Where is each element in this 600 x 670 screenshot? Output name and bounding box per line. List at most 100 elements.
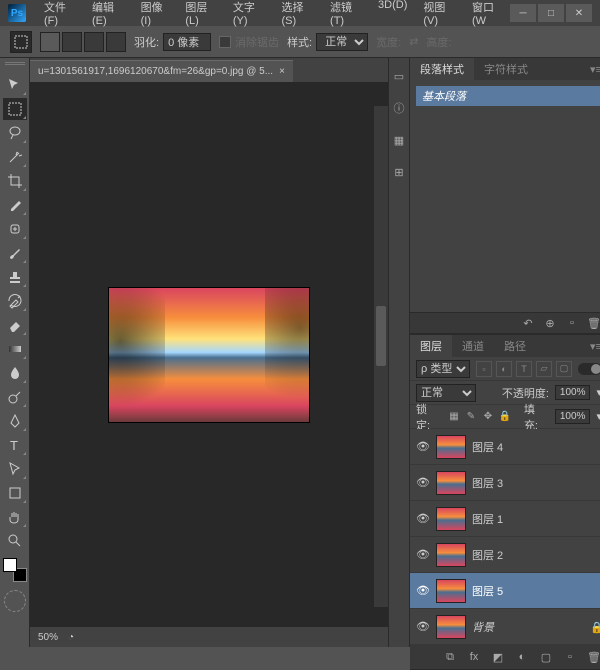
opacity-value[interactable]: 100% — [555, 385, 591, 400]
new-style-icon[interactable]: ⊕ — [542, 315, 558, 331]
delete-icon[interactable]: 🗑 — [586, 315, 600, 331]
layer-row[interactable]: 👁 图层 5 — [410, 573, 600, 609]
filter-pixel-icon[interactable]: ▫ — [476, 361, 492, 377]
path-select-tool[interactable] — [3, 458, 27, 480]
layer-name[interactable]: 图层 3 — [472, 475, 600, 491]
layer-filter-kind[interactable]: ρ 类型 — [416, 360, 470, 378]
visibility-toggle-icon[interactable]: 👁 — [416, 548, 430, 562]
opacity-dropdown-icon[interactable]: ▾ — [596, 386, 600, 399]
color-panel-icon[interactable]: ▦ — [389, 130, 409, 150]
eraser-tool[interactable] — [3, 314, 27, 336]
selection-subtract-icon[interactable] — [84, 32, 104, 52]
fill-value[interactable]: 100% — [555, 409, 591, 424]
layer-thumbnail[interactable] — [436, 543, 466, 567]
lasso-tool[interactable] — [3, 122, 27, 144]
tab-close-icon[interactable]: × — [279, 66, 285, 77]
layer-name[interactable]: 图层 2 — [472, 547, 600, 563]
pen-tool[interactable] — [3, 410, 27, 432]
brush-tool[interactable] — [3, 242, 27, 264]
zoom-level[interactable]: 50% — [38, 632, 58, 643]
visibility-toggle-icon[interactable]: 👁 — [416, 440, 430, 454]
heal-tool[interactable] — [3, 218, 27, 240]
tab-character-styles[interactable]: 字符样式 — [474, 58, 538, 80]
quickmask-toggle[interactable] — [4, 590, 26, 612]
lock-position-icon[interactable]: ✥ — [481, 410, 495, 424]
clear-override-icon[interactable]: ↶ — [520, 315, 536, 331]
layer-name[interactable]: 图层 1 — [472, 511, 600, 527]
menu-3d[interactable]: 3D(D) — [372, 0, 413, 29]
layer-fx-icon[interactable]: fx — [466, 649, 482, 665]
layer-mask-icon[interactable]: ◩ — [490, 649, 506, 665]
layer-thumbnail[interactable] — [436, 507, 466, 531]
layer-group-icon[interactable]: ▢ — [538, 649, 554, 665]
panel-menu-icon[interactable]: ▾≡ — [584, 63, 600, 76]
crop-tool[interactable] — [3, 170, 27, 192]
layer-thumbnail[interactable] — [436, 471, 466, 495]
tab-layers[interactable]: 图层 — [410, 335, 452, 357]
new-icon[interactable]: ▫ — [564, 315, 580, 331]
move-tool[interactable] — [3, 74, 27, 96]
selection-add-icon[interactable] — [62, 32, 82, 52]
type-tool[interactable]: T — [3, 434, 27, 456]
menu-layer[interactable]: 图层(L) — [179, 0, 223, 29]
maximize-button[interactable]: □ — [538, 4, 564, 22]
tab-paths[interactable]: 路径 — [494, 335, 536, 357]
new-layer-icon[interactable]: ▫ — [562, 649, 578, 665]
link-layers-icon[interactable]: ⧉ — [442, 649, 458, 665]
blur-tool[interactable] — [3, 362, 27, 384]
canvas-area[interactable] — [30, 82, 388, 627]
delete-layer-icon[interactable]: 🗑 — [586, 649, 600, 665]
blend-mode-select[interactable]: 正常 — [416, 384, 476, 402]
fill-dropdown-icon[interactable]: ▾ — [596, 410, 600, 423]
panel-grip[interactable] — [5, 62, 25, 68]
wand-tool[interactable] — [3, 146, 27, 168]
layer-thumbnail[interactable] — [436, 579, 466, 603]
layer-thumbnail[interactable] — [436, 615, 466, 639]
history-panel-icon[interactable]: ▭ — [389, 66, 409, 86]
info-panel-icon[interactable]: ⓘ — [389, 98, 409, 118]
style-select[interactable]: 正常 — [316, 33, 368, 51]
filter-toggle-switch[interactable] — [578, 363, 600, 375]
vertical-scrollbar[interactable] — [374, 106, 388, 607]
visibility-toggle-icon[interactable]: 👁 — [416, 620, 430, 634]
menu-filter[interactable]: 滤镜(T) — [324, 0, 368, 29]
color-swatches[interactable] — [3, 558, 27, 582]
layer-row[interactable]: 👁 图层 4 — [410, 429, 600, 465]
active-tool-icon[interactable] — [10, 31, 32, 53]
visibility-toggle-icon[interactable]: 👁 — [416, 584, 430, 598]
feather-input[interactable] — [163, 33, 211, 51]
shape-tool[interactable] — [3, 482, 27, 504]
layer-name[interactable]: 图层 5 — [472, 583, 600, 599]
filter-shape-icon[interactable]: ▱ — [536, 361, 552, 377]
layer-row[interactable]: 👁 图层 1 — [410, 501, 600, 537]
menu-image[interactable]: 图像(I) — [135, 0, 176, 29]
close-button[interactable]: ✕ — [566, 4, 592, 22]
filter-type-icon[interactable]: T — [516, 361, 532, 377]
layer-name[interactable]: 图层 4 — [472, 439, 600, 455]
foreground-color-swatch[interactable] — [3, 558, 17, 572]
paragraph-style-item[interactable]: 基本段落 — [416, 86, 600, 106]
lock-transparency-icon[interactable]: ▦ — [447, 410, 461, 424]
selection-new-icon[interactable] — [40, 32, 60, 52]
layer-row[interactable]: 👁背景🔒 — [410, 609, 600, 645]
minimize-button[interactable]: ─ — [510, 4, 536, 22]
adjustment-layer-icon[interactable]: ◐ — [514, 649, 530, 665]
history-brush-tool[interactable] — [3, 290, 27, 312]
layer-row[interactable]: 👁图层 3 — [410, 465, 600, 501]
menu-window[interactable]: 窗口(W — [466, 0, 510, 29]
tab-channels[interactable]: 通道 — [452, 335, 494, 357]
filter-smart-icon[interactable]: ▢ — [556, 361, 572, 377]
filter-adjust-icon[interactable]: ◐ — [496, 361, 512, 377]
status-info-icon[interactable]: ◔ — [68, 632, 74, 643]
document-tab[interactable]: u=1301561917,1696120670&fm=26&gp=0.jpg @… — [30, 60, 293, 82]
layer-thumbnail[interactable] — [436, 435, 466, 459]
zoom-tool[interactable] — [3, 530, 27, 552]
dodge-tool[interactable] — [3, 386, 27, 408]
menu-edit[interactable]: 编辑(E) — [86, 0, 131, 29]
stamp-tool[interactable] — [3, 266, 27, 288]
tab-paragraph-styles[interactable]: 段落样式 — [410, 58, 474, 80]
layers-panel-menu-icon[interactable]: ▾≡ — [584, 340, 600, 353]
menu-view[interactable]: 视图(V) — [417, 0, 462, 29]
visibility-toggle-icon[interactable]: 👁 — [416, 512, 430, 526]
layer-row[interactable]: 👁 图层 2 — [410, 537, 600, 573]
